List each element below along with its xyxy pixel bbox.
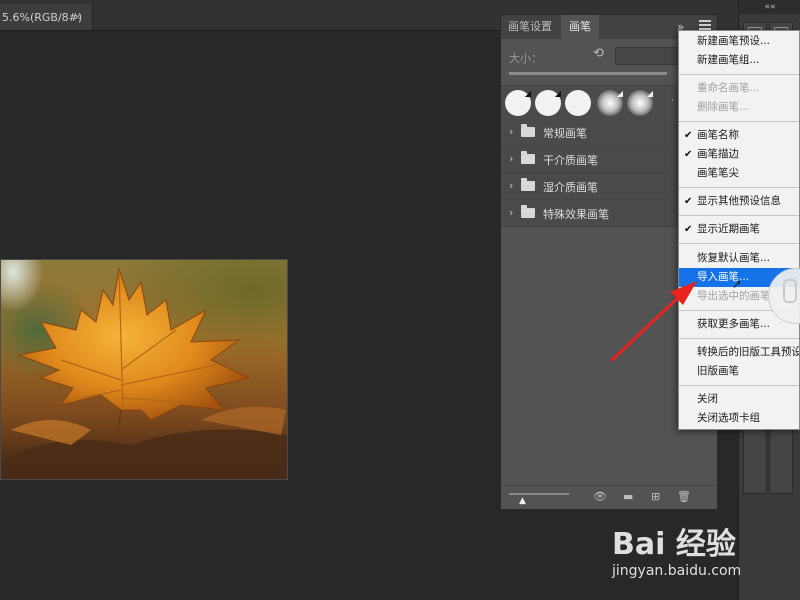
chevron-right-icon[interactable]: › — [509, 206, 513, 219]
checkmark-icon: ✔ — [684, 149, 693, 160]
size-input[interactable] — [615, 47, 687, 65]
eye-icon[interactable]: 👁 — [593, 490, 607, 503]
menu-item-new-brush-preset[interactable]: 新建画笔预设... — [679, 32, 799, 51]
menu-separator — [679, 338, 799, 339]
menu-item-rename-brush[interactable]: 重命名画笔... — [679, 79, 799, 98]
menu-item-new-brush-group[interactable]: 新建画笔组... — [679, 51, 799, 70]
menu-item-show-preset-info[interactable]: ✔ 显示其他预设信息 — [679, 192, 799, 211]
tab-brushes[interactable]: 画笔 — [561, 15, 599, 39]
brush-tip[interactable] — [565, 90, 591, 116]
checkmark-icon: ✔ — [684, 130, 693, 141]
chevron-right-icon[interactable]: › — [509, 179, 513, 192]
folder-icon — [521, 151, 535, 164]
menu-item-close-tab-group[interactable]: 关闭选项卡组 — [679, 409, 799, 428]
watermark: Bai 经验 jingyan.baidu.com — [612, 515, 800, 600]
menu-separator — [679, 74, 799, 75]
menu-separator — [679, 187, 799, 188]
new-brush-icon[interactable]: ⊞ — [651, 490, 660, 503]
reset-icon[interactable]: ⟲ — [593, 46, 604, 61]
menu-item-brush-stroke[interactable]: ✔ 画笔描边 — [679, 145, 799, 164]
menu-item-brush-tip[interactable]: 画笔笔尖 — [679, 164, 799, 183]
folder-icon — [521, 205, 535, 218]
menu-separator — [679, 215, 799, 216]
size-slider[interactable] — [509, 72, 667, 75]
more-tips-icon: · — [671, 96, 675, 107]
chevron-right-icon[interactable]: › — [509, 125, 513, 138]
menu-item-delete-brush[interactable]: 删除画笔... — [679, 98, 799, 117]
menu-separator — [679, 121, 799, 122]
brush-panel-menu: 新建画笔预设... 新建画笔组... 重命名画笔... 删除画笔... ✔ 画笔名… — [678, 30, 800, 430]
maple-leaf-illustration — [1, 267, 287, 479]
menu-item-legacy-brushes[interactable]: 旧版画笔 — [679, 362, 799, 381]
tab-brush-settings[interactable]: 画笔设置 — [501, 15, 559, 39]
menu-item-close[interactable]: 关闭 — [679, 390, 799, 409]
document-tab[interactable]: 5.6%(RGB/8#) × — [0, 4, 93, 30]
group-label: 特殊效果画笔 — [543, 208, 609, 221]
slider-handle-icon[interactable]: ▲ — [519, 496, 526, 506]
folder-icon — [521, 124, 535, 137]
chevron-right-icon[interactable]: › — [509, 152, 513, 165]
brush-tip[interactable]: ◢ — [597, 89, 623, 116]
brush-tip[interactable]: ◢ — [505, 89, 531, 116]
menu-separator — [679, 243, 799, 244]
checkmark-icon: ✔ — [684, 196, 693, 207]
panel-footer: ▲ 👁 ▬ ⊞ 🗑 — [501, 485, 717, 510]
size-label: 大小： — [509, 52, 542, 65]
trash-icon[interactable]: 🗑 — [677, 490, 691, 503]
close-icon[interactable]: × — [73, 10, 82, 23]
microphone-icon — [783, 279, 797, 303]
folder-icon — [521, 178, 535, 191]
watermark-url: jingyan.baidu.com — [612, 563, 742, 579]
menu-item-show-recent-brushes[interactable]: ✔ 显示近期画笔 — [679, 220, 799, 239]
collapse-dock-icon[interactable]: «« — [739, 0, 800, 14]
group-label: 常规画笔 — [543, 127, 587, 140]
canvas-image — [0, 259, 288, 480]
brush-tip[interactable]: ◢ — [627, 89, 653, 116]
preview-size-slider[interactable] — [509, 493, 569, 495]
checkmark-icon: ✔ — [684, 224, 693, 235]
menu-item-converted-legacy-presets[interactable]: 转换后的旧版工具预设 — [679, 343, 799, 362]
brush-tip[interactable]: ◢ — [535, 89, 561, 116]
group-label: 干介质画笔 — [543, 154, 598, 167]
folder-icon[interactable]: ▬ — [623, 490, 633, 503]
group-label: 湿介质画笔 — [543, 181, 598, 194]
watermark-logo: Bai 经验 — [612, 527, 736, 562]
menu-item-restore-default-brushes[interactable]: 恢复默认画笔... — [679, 249, 799, 268]
document-tab-title: 5.6%(RGB/8#) — [2, 11, 83, 24]
mouse-cursor-icon: ➚ — [732, 277, 743, 291]
menu-separator — [679, 385, 799, 386]
menu-item-brush-name[interactable]: ✔ 画笔名称 — [679, 126, 799, 145]
